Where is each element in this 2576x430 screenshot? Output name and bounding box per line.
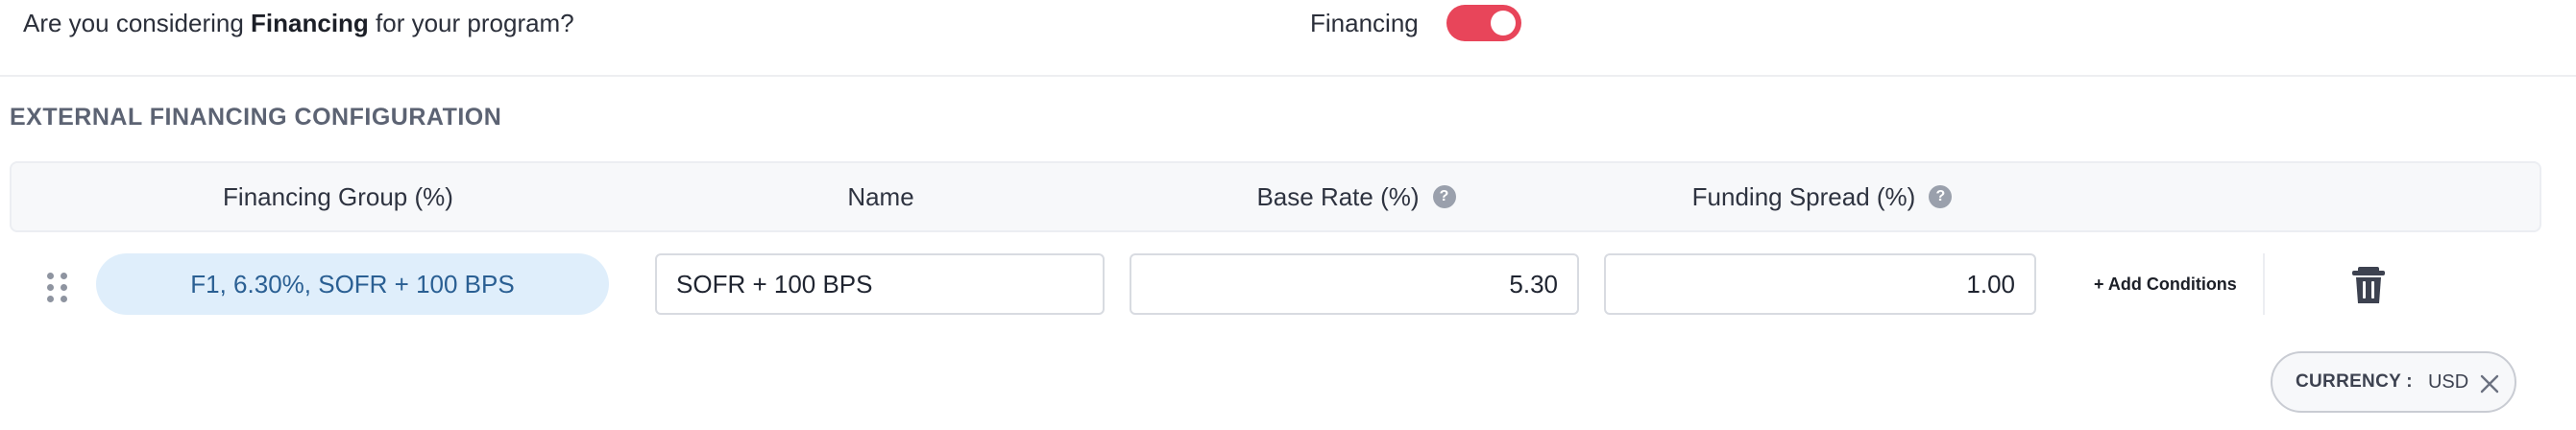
close-icon[interactable] <box>2478 372 2501 395</box>
financing-group-pill[interactable]: F1, 6.30%, SOFR + 100 BPS <box>96 253 609 315</box>
question-emphasis: Financing <box>251 9 369 37</box>
currency-value: USD <box>2427 370 2469 393</box>
question-suffix: for your program? <box>368 9 574 37</box>
funding-spread-help-icon[interactable]: ? <box>1929 185 1953 208</box>
add-conditions-button[interactable]: + Add Conditions <box>2094 269 2237 299</box>
header-name-label: Name <box>847 181 914 211</box>
header-base-rate: Base Rate (%) ? <box>1130 163 1582 230</box>
currency-label: CURRENCY : <box>2296 371 2413 392</box>
toggle-knob <box>1491 11 1516 36</box>
name-input[interactable]: SOFR + 100 BPS <box>655 253 1105 315</box>
divider <box>0 75 2576 77</box>
financing-toggle[interactable] <box>1446 5 1521 41</box>
financing-question: Are you considering Financing for your p… <box>23 6 574 40</box>
trash-icon[interactable] <box>2349 265 2388 305</box>
header-name: Name <box>655 163 1106 230</box>
column-separator <box>2263 253 2265 315</box>
header-financing-group: Financing Group (%) <box>98 163 578 230</box>
funding-spread-input[interactable]: 1.00 <box>1604 253 2036 315</box>
base-rate-input[interactable]: 5.30 <box>1130 253 1579 315</box>
question-prefix: Are you considering <box>23 9 252 37</box>
header-financing-group-label: Financing Group (%) <box>223 181 453 211</box>
financing-toggle-label: Financing <box>1310 9 1419 37</box>
drag-handle-icon[interactable] <box>46 271 69 303</box>
financing-configuration-page: Are you considering Financing for your p… <box>0 0 2576 430</box>
header-funding-spread: Funding Spread (%) ? <box>1606 163 2038 230</box>
header-funding-spread-label: Funding Spread (%) <box>1691 181 1916 211</box>
currency-chip: CURRENCY : USD <box>2271 351 2516 413</box>
table-header: Financing Group (%) Name Base Rate (%) ?… <box>10 161 2541 232</box>
header-base-rate-label: Base Rate (%) <box>1256 181 1420 211</box>
base-rate-help-icon[interactable]: ? <box>1432 185 1456 208</box>
section-title: EXTERNAL FINANCING CONFIGURATION <box>10 104 502 131</box>
